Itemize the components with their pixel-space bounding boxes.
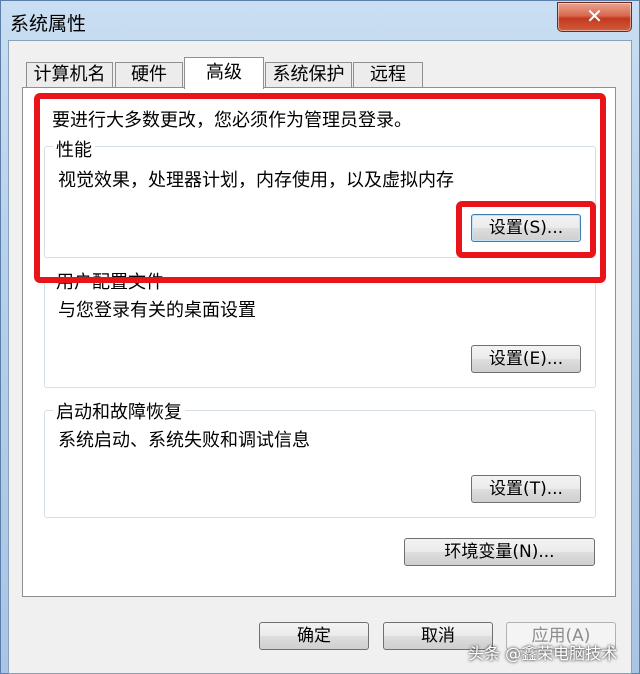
user-profiles-settings-button[interactable]: 设置(E)... [471, 345, 581, 373]
highlight-settings-button [456, 201, 596, 258]
tab-remote[interactable]: 远程 [353, 62, 423, 88]
startup-recovery-settings-button[interactable]: 设置(T)... [471, 475, 581, 503]
close-button[interactable]: ✕ [557, 2, 632, 32]
ok-button[interactable]: 确定 [259, 622, 369, 650]
startup-recovery-group-title: 启动和故障恢复 [53, 398, 185, 424]
title-bar[interactable]: 系统属性 ✕ [0, 0, 640, 40]
close-icon: ✕ [586, 4, 603, 28]
tab-system-protection[interactable]: 系统保护 [265, 62, 352, 88]
user-profiles-description: 与您登录有关的桌面设置 [58, 300, 256, 321]
tab-hardware[interactable]: 硬件 [115, 62, 183, 88]
environment-variables-button[interactable]: 环境变量(N)... [404, 538, 595, 566]
tab-advanced[interactable]: 高级 [184, 57, 264, 89]
watermark: 头条 @鑫荣电脑技术 [468, 644, 618, 663]
startup-recovery-description: 系统启动、系统失败和调试信息 [58, 430, 310, 451]
tab-computer-name[interactable]: 计算机名 [26, 62, 113, 88]
window-title: 系统属性 [10, 13, 87, 35]
